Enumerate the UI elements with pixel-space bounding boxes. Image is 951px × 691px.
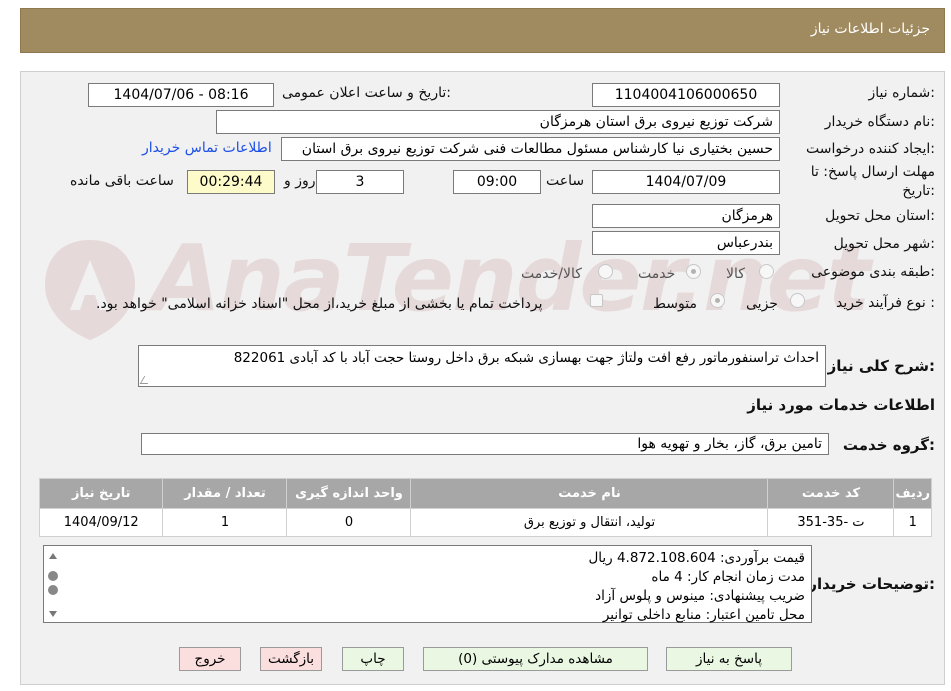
service-group-label: گروه خدمت:	[842, 436, 935, 454]
notes-textarea: قیمت برآوردی: 4.872.108.604 ریال مدت زما…	[43, 545, 812, 623]
notes-lines: قیمت برآوردی: 4.872.108.604 ریال مدت زما…	[66, 549, 805, 625]
note-line: محل تامین اعتبار: منابع داخلی توانیر	[602, 607, 805, 623]
scroll-thumb[interactable]	[48, 571, 58, 581]
announce-label: تاریخ و ساعت اعلان عمومی:	[282, 85, 451, 101]
requester-label: ایجاد کننده درخواست:	[806, 141, 935, 157]
cell-quantity: 1	[162, 508, 288, 537]
city-field: بندرعباس	[592, 231, 780, 255]
summary-text: احداث تراسنفورماتور رفع افت ولتاژ جهت به…	[233, 350, 819, 366]
deadline-date-field: 1404/07/09	[592, 170, 780, 194]
cell-need-date: 1404/09/12	[38, 508, 164, 537]
category-radio-goods-service[interactable]	[598, 264, 613, 279]
services-title: اطلاعات خدمات مورد نیاز	[747, 396, 935, 414]
scroll-down-icon[interactable]	[49, 611, 57, 617]
buyer-contact-link[interactable]: اطلاعات تماس خریدار	[142, 140, 272, 156]
col-header-service-code: کد خدمت	[767, 478, 895, 509]
requester-field: حسین بختیاری نیا کارشناس مسئول مطالعات ف…	[281, 137, 780, 161]
table-header-row: ردیف کد خدمت نام خدمت واحد اندازه گیری ت…	[38, 478, 932, 509]
col-header-service-name: نام خدمت	[410, 478, 769, 509]
col-header-need-date: تاریخ نیاز	[38, 478, 164, 509]
scroll-up-icon[interactable]	[49, 553, 57, 559]
payment-note: پرداخت تمام یا بخشی از مبلغ خرید،از محل …	[96, 296, 543, 312]
scroll-thumb-secondary	[48, 585, 58, 595]
cell-service-name: تولید، انتقال و توزیع برق	[410, 508, 769, 537]
note-line: ضریب پیشنهادی: مینوس و پلوس آزاد	[595, 588, 805, 604]
category-radio-goods[interactable]	[759, 264, 774, 279]
province-label: استان محل تحویل:	[825, 208, 935, 224]
attachments-button[interactable]: مشاهده مدارک پیوستی (0)	[423, 647, 648, 671]
province-field: هرمزگان	[592, 204, 780, 228]
treasury-checkbox[interactable]	[590, 294, 603, 307]
exit-button[interactable]: خروج	[179, 647, 241, 671]
cell-row-number: 1	[893, 508, 932, 537]
col-header-row-number: ردیف	[893, 478, 932, 509]
notes-scrollbar[interactable]	[45, 547, 61, 623]
buyer-org-label: نام دستگاه خریدار:	[824, 114, 935, 130]
summary-label: شرح کلی نیاز:	[827, 357, 935, 375]
cell-unit: 0	[286, 508, 412, 537]
process-radio-medium[interactable]	[710, 293, 725, 308]
respond-button[interactable]: پاسخ به نیاز	[666, 647, 792, 671]
need-number-label: شماره نیاز:	[868, 85, 935, 101]
note-line: مدت زمان انجام کار: 4 ماه	[651, 569, 805, 585]
category-option-goods-service: کالا/خدمت	[521, 266, 582, 282]
service-group-field: تامین برق، گاز، بخار و تهویه هوا	[141, 433, 829, 455]
summary-textarea: احداث تراسنفورماتور رفع افت ولتاژ جهت به…	[138, 345, 826, 387]
deadline-label-date: تاریخ:	[902, 183, 935, 199]
process-label: نوع فرآیند خرید :	[836, 295, 935, 311]
table-row: 1 ت -35-351 تولید، انتقال و توزیع برق 0 …	[38, 508, 932, 537]
buyer-org-field: شرکت توزیع نیروی برق استان هرمزگان	[216, 110, 780, 134]
note-line: قیمت برآوردی: 4.872.108.604 ریال	[588, 550, 805, 566]
notes-label: توضیحات خریدار:	[808, 575, 935, 593]
city-label: شهر محل تحویل:	[833, 236, 935, 252]
category-label: طبقه بندی موضوعی:	[811, 264, 935, 280]
process-option-medium: متوسط	[653, 296, 697, 312]
print-button[interactable]: چاپ	[342, 647, 404, 671]
page-header: جزئیات اطلاعات نیاز	[20, 8, 945, 53]
col-header-unit: واحد اندازه گیری	[286, 478, 412, 509]
days-label: روز و	[284, 173, 316, 189]
category-option-service: خدمت	[638, 266, 676, 282]
process-radio-minor[interactable]	[790, 293, 805, 308]
category-radio-service[interactable]	[686, 264, 701, 279]
need-number-field: 1104004106000650	[592, 83, 780, 107]
category-option-goods: کالا	[726, 266, 745, 282]
remaining-label: ساعت باقی مانده	[70, 173, 174, 189]
cell-service-code: ت -35-351	[767, 508, 895, 537]
services-table: ردیف کد خدمت نام خدمت واحد اندازه گیری ت…	[38, 478, 932, 537]
time-label: ساعت	[546, 173, 585, 189]
col-header-quantity: تعداد / مقدار	[162, 478, 288, 509]
days-field: 3	[316, 170, 404, 194]
resize-handle-icon[interactable]	[139, 376, 153, 384]
process-option-minor: جزیی	[746, 296, 778, 312]
deadline-label: مهلت ارسال پاسخ: تا	[810, 164, 935, 180]
deadline-time-field: 09:00	[453, 170, 541, 194]
announce-field: 1404/07/06 - 08:16	[88, 83, 274, 107]
back-button[interactable]: بازگشت	[260, 647, 322, 671]
remaining-time-field: 00:29:44	[187, 170, 275, 194]
page-title: جزئیات اطلاعات نیاز	[810, 21, 930, 37]
